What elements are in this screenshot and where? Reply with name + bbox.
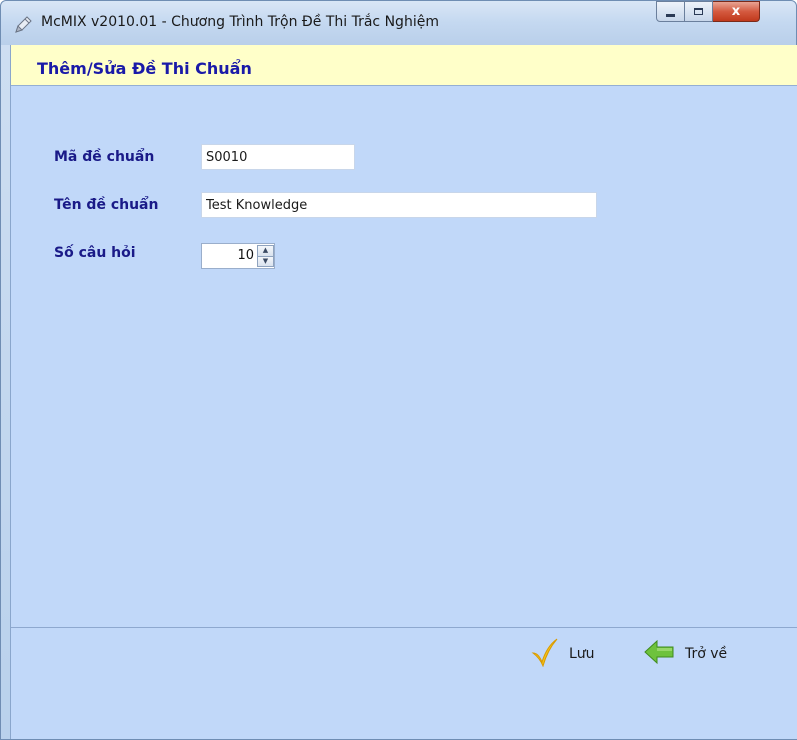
chevron-up-icon: ▲ [262,246,269,255]
code-input[interactable] [201,144,355,170]
app-pen-icon [13,15,33,35]
code-label: Mã đề chuẩn [54,149,155,165]
stepper-down-button[interactable]: ▼ [257,256,274,267]
section-header: Thêm/Sửa Đề Thi Chuẩn [11,45,797,86]
name-label: Tên đề chuẩn [54,197,159,213]
name-input[interactable] [201,192,597,218]
window-controls: x [656,1,760,23]
maximize-button[interactable] [685,1,713,22]
close-button[interactable]: x [713,1,760,22]
minimize-button[interactable] [656,1,685,22]
stepper-up-button[interactable]: ▲ [257,245,274,257]
app-window: McMIX v2010.01 - Chương Trình Trộn Đề Th… [0,0,797,740]
save-button[interactable]: Lưu [531,637,595,671]
minimize-icon [666,13,675,17]
back-button[interactable]: Trở về [643,639,727,669]
title-bar[interactable]: McMIX v2010.01 - Chương Trình Trộn Đề Th… [1,1,796,45]
save-label: Lưu [569,646,595,662]
checkmark-icon [531,637,559,671]
question-count-input[interactable] [202,244,256,268]
close-icon: x [731,4,741,19]
stepper-buttons: ▲ ▼ [257,245,274,267]
question-count-stepper[interactable]: ▲ ▼ [201,243,275,269]
back-arrow-icon [643,639,675,669]
window-title: McMIX v2010.01 - Chương Trình Trộn Đề Th… [41,14,439,30]
form-panel: Thêm/Sửa Đề Thi Chuẩn Mã đề chuẩn Tên đề… [10,45,797,739]
chevron-down-icon: ▼ [262,256,269,265]
footer-divider [11,627,797,628]
question-count-label: Số câu hỏi [54,245,136,261]
page-title: Thêm/Sửa Đề Thi Chuẩn [37,59,252,78]
back-label: Trở về [685,646,728,662]
maximize-icon [694,8,703,15]
